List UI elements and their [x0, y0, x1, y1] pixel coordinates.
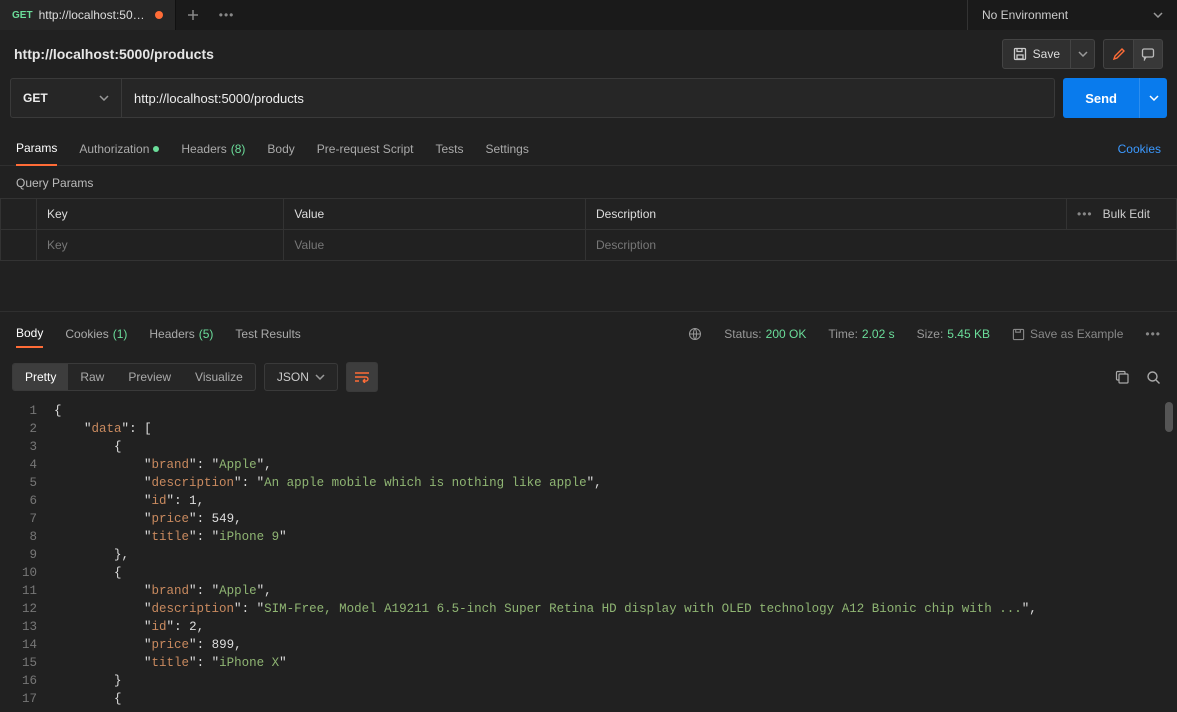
save-as-example-button[interactable]: Save as Example	[1012, 327, 1123, 341]
pencil-icon	[1112, 47, 1126, 61]
column-description: Description	[586, 199, 1067, 230]
save-icon	[1013, 47, 1027, 61]
view-raw[interactable]: Raw	[68, 364, 116, 390]
url-input[interactable]	[134, 91, 1042, 106]
save-options-button[interactable]	[1071, 39, 1095, 69]
auth-indicator-icon	[153, 146, 159, 152]
tab-prerequest[interactable]: Pre-request Script	[317, 132, 414, 166]
response-tab-headers[interactable]: Headers (5)	[149, 320, 213, 348]
bulk-edit-button[interactable]: Bulk Edit	[1103, 207, 1150, 221]
column-key: Key	[37, 199, 284, 230]
response-tab-body[interactable]: Body	[16, 320, 43, 348]
chevron-down-icon	[1078, 51, 1088, 57]
view-preview[interactable]: Preview	[116, 364, 183, 390]
unsaved-dot-icon	[155, 11, 163, 19]
search-button[interactable]	[1142, 366, 1165, 389]
save-icon	[1012, 328, 1025, 341]
save-button[interactable]: Save	[1002, 39, 1071, 69]
chevron-down-icon	[1153, 12, 1163, 18]
view-visualize[interactable]: Visualize	[183, 364, 255, 390]
response-more-button[interactable]: •••	[1145, 327, 1161, 341]
send-options-button[interactable]	[1139, 78, 1167, 118]
tab-params[interactable]: Params	[16, 132, 57, 166]
edit-button[interactable]	[1103, 39, 1133, 69]
tab-headers[interactable]: Headers (8)	[181, 132, 245, 166]
wrap-icon	[354, 371, 370, 383]
param-description-input[interactable]: Description	[586, 230, 1177, 261]
query-params-table: Key Value Description ••• Bulk Edit Key …	[0, 198, 1177, 261]
param-value-input[interactable]: Value	[284, 230, 586, 261]
environment-label: No Environment	[982, 8, 1068, 22]
column-value: Value	[284, 199, 586, 230]
copy-button[interactable]	[1111, 366, 1134, 389]
query-params-label: Query Params	[0, 166, 1177, 198]
request-title: http://localhost:5000/products	[14, 46, 214, 62]
response-body[interactable]: 1234567891011121314151617 { "data": [ { …	[0, 398, 1177, 712]
tab-body[interactable]: Body	[267, 132, 294, 166]
chevron-down-icon	[315, 374, 325, 380]
columns-options-button[interactable]: •••	[1077, 207, 1093, 221]
http-method-select[interactable]: GET	[10, 78, 122, 118]
chevron-down-icon	[99, 95, 109, 101]
tab-tests[interactable]: Tests	[435, 132, 463, 166]
tab-overflow-button[interactable]: •••	[210, 8, 244, 22]
response-tab-cookies[interactable]: Cookies (1)	[65, 320, 127, 348]
param-key-input[interactable]: Key	[37, 230, 284, 261]
environment-selector[interactable]: No Environment	[967, 0, 1177, 30]
response-tab-testresults[interactable]: Test Results	[235, 320, 300, 348]
tab-method: GET	[12, 10, 33, 21]
tab-authorization[interactable]: Authorization	[79, 132, 159, 166]
globe-icon[interactable]	[688, 327, 702, 341]
tab-settings[interactable]: Settings	[486, 132, 529, 166]
search-icon	[1146, 370, 1161, 385]
size-value: 5.45 KB	[947, 327, 990, 341]
table-row[interactable]: Key Value Description	[1, 230, 1177, 261]
new-tab-button[interactable]	[176, 9, 210, 21]
comments-button[interactable]	[1133, 39, 1163, 69]
scrollbar-thumb[interactable]	[1165, 402, 1173, 432]
view-pretty[interactable]: Pretty	[13, 364, 68, 390]
comment-icon	[1141, 47, 1155, 61]
cookies-link[interactable]: Cookies	[1118, 142, 1161, 156]
tab-label: http://localhost:5000/p	[39, 8, 149, 22]
send-button[interactable]: Send	[1063, 78, 1139, 118]
copy-icon	[1115, 370, 1130, 385]
request-tab[interactable]: GET http://localhost:5000/p	[0, 0, 176, 30]
wrap-lines-button[interactable]	[346, 362, 378, 392]
time-value: 2.02 s	[862, 327, 895, 341]
format-select[interactable]: JSON	[264, 363, 338, 391]
chevron-down-icon	[1149, 95, 1159, 101]
status-value: 200 OK	[766, 327, 807, 341]
